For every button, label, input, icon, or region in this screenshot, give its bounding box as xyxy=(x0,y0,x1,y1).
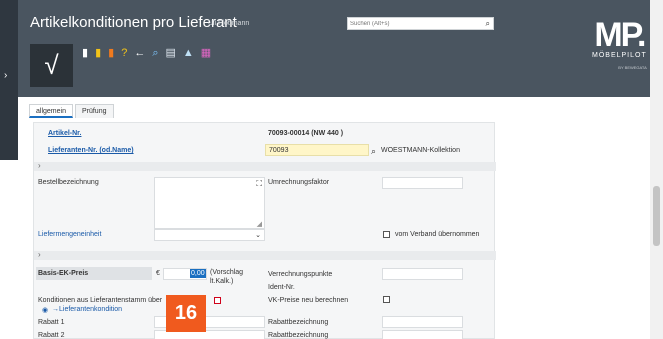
rabattbez2-input[interactable] xyxy=(382,330,463,339)
artikel-value: 70093-00014 (NW 440 ) xyxy=(268,130,344,137)
verband-label: vom Verband übernommen xyxy=(395,231,480,238)
tab-pruefung[interactable]: Prüfung xyxy=(74,104,114,118)
section-header[interactable]: › xyxy=(34,161,496,171)
basis-label: Basis-EK-Preis xyxy=(38,270,89,277)
basis-value: 0,00 xyxy=(190,269,206,278)
chevron-right-icon: › xyxy=(4,70,8,81)
search-icon[interactable]: ⌕ xyxy=(371,146,376,157)
rabatt2-label: Rabatt 2 xyxy=(38,332,65,339)
chevron-right-icon: › xyxy=(38,161,41,170)
konditionen-checkbox[interactable] xyxy=(214,297,221,304)
logo-mark: MP. xyxy=(594,16,646,54)
bestell-label: Bestellbezeichnung xyxy=(38,179,99,186)
bestell-textarea[interactable]: ⛶ ◢ xyxy=(154,177,265,229)
export-icon[interactable]: ▲ xyxy=(183,46,194,60)
search-icon[interactable]: ⌕ xyxy=(152,46,158,60)
vk-label: VK-Preise neu berechnen xyxy=(268,297,349,304)
chevron-down-icon: ⌄ xyxy=(255,232,261,239)
logo-sub: BY BEWEGATA xyxy=(618,65,647,70)
bookmark-icon[interactable]: ▮ xyxy=(95,46,101,60)
lieferantenkondition-link[interactable]: →Lieferantenkondition xyxy=(52,306,122,313)
search-box[interactable]: ⌕ xyxy=(347,17,494,30)
lieferant-input[interactable]: 70093 xyxy=(265,144,369,156)
print-icon[interactable]: ▤ xyxy=(165,46,175,60)
search-icon[interactable]: ⌕ xyxy=(486,19,490,29)
scrollbar-thumb[interactable] xyxy=(653,186,660,246)
calendar-icon[interactable]: ▦ xyxy=(201,46,211,60)
konditionen-label: Konditionen aus Lieferantenstamm über xyxy=(38,297,163,304)
liefermenge-label: Liefermengeneinheit xyxy=(38,231,102,238)
vk-checkbox[interactable] xyxy=(383,296,390,303)
step-badge-text: 16 xyxy=(174,302,198,324)
basis-input[interactable]: 0,00 xyxy=(163,268,207,280)
checkmark-icon: √ xyxy=(44,50,59,80)
search-input[interactable] xyxy=(350,19,470,29)
radio-icon[interactable]: ◉ xyxy=(42,306,48,314)
logo-name: MÖBELPILOT xyxy=(592,52,647,59)
currency-label: € xyxy=(156,270,160,277)
logo: MP. MÖBELPILOT BY BEWEGATA xyxy=(592,18,647,70)
lieferant-value: 70093 xyxy=(269,147,289,154)
delete-icon[interactable]: ▮ xyxy=(108,46,114,60)
rabatt1-label: Rabatt 1 xyxy=(38,319,65,326)
vorschlag-label: (Vorschlag lt.Kalk.) xyxy=(210,269,244,285)
tab-allgemein[interactable]: allgemein xyxy=(29,104,73,118)
lieferant-label[interactable]: Lieferanten-Nr. (od.Name) xyxy=(48,147,134,154)
verrechnung-label: Verrechnungspunkte xyxy=(268,271,333,278)
verband-checkbox[interactable] xyxy=(383,231,390,238)
help-icon[interactable]: ? xyxy=(121,46,127,60)
umrechnung-input[interactable] xyxy=(382,177,463,189)
side-panel-toggle[interactable]: › xyxy=(0,0,18,160)
artikel-label[interactable]: Artikel-Nr. xyxy=(48,130,81,137)
save-button[interactable]: √ xyxy=(30,44,73,87)
document-icon[interactable]: ▮ xyxy=(82,46,88,60)
user-name: Uli Flottmann xyxy=(208,20,250,27)
form-panel: Artikel-Nr. 70093-00014 (NW 440 ) Liefer… xyxy=(33,122,496,339)
toolbar: ▮ ▮ ▮ ? ← ⌕ ▤ ▲ ▦ xyxy=(82,46,211,60)
resize-icon[interactable]: ◢ xyxy=(257,220,262,228)
section-header[interactable]: › xyxy=(34,250,496,260)
ident-label: Ident-Nr. xyxy=(268,284,295,291)
rabattbez1-label: Rabattbezeichnung xyxy=(268,319,329,326)
umrechnung-label: Umrechnungsfaktor xyxy=(268,179,330,186)
scrollbar[interactable] xyxy=(650,0,663,339)
tab-bar: allgemein Prüfung xyxy=(29,104,114,118)
liefermenge-select[interactable]: ⌄ xyxy=(154,229,265,241)
step-badge: 16 xyxy=(166,295,206,332)
page-title: Artikelkonditionen pro Lieferant xyxy=(30,14,237,31)
rabattbez1-input[interactable] xyxy=(382,316,463,328)
chevron-right-icon: › xyxy=(38,250,41,259)
expand-icon[interactable]: ⛶ xyxy=(256,179,262,189)
verrechnung-input[interactable] xyxy=(382,268,463,280)
rabattbez2-label: Rabattbezeichnung xyxy=(268,332,329,339)
lieferant-name: WOESTMANN-Kollektion xyxy=(381,147,460,154)
back-icon[interactable]: ← xyxy=(134,46,145,60)
